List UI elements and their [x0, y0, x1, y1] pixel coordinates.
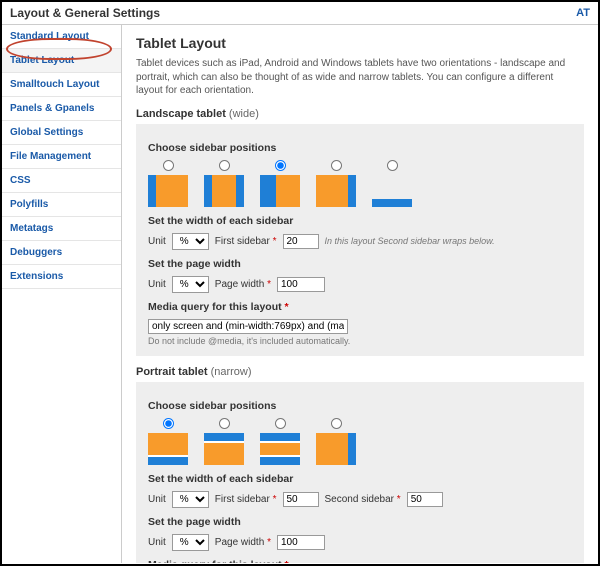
sidebar-item-metatags[interactable]: Metatags [2, 217, 121, 241]
landscape-width-row: Unit % First sidebar * In this layout Se… [148, 233, 572, 250]
landscape-panel: Choose sidebar positions Set the width o… [136, 124, 584, 356]
landscape-radio-4[interactable] [331, 160, 342, 171]
landscape-opt-5[interactable] [372, 160, 412, 207]
landscape-page-unit-label: Unit [148, 279, 166, 290]
landscape-wrap-note: In this layout Second sidebar wraps belo… [325, 236, 495, 246]
landscape-heading-text: Landscape tablet [136, 108, 226, 120]
landscape-page-unit-select[interactable]: % [172, 276, 209, 293]
layout-thumb-two-left [260, 175, 300, 207]
landscape-radio-1[interactable] [163, 160, 174, 171]
landscape-widths-label: Set the width of each sidebar [148, 215, 572, 227]
portrait-first-sidebar-input[interactable] [283, 492, 319, 507]
content-lead: Tablet devices such as iPad, Android and… [136, 57, 566, 98]
portrait-hint: (narrow) [211, 366, 252, 378]
portrait-page-row: Unit % Page width * [148, 534, 572, 551]
portrait-heading: Portrait tablet (narrow) [136, 366, 584, 378]
portrait-unit-label: Unit [148, 494, 166, 505]
layout-thumb-wrap-below [372, 175, 412, 207]
portrait-opt-1[interactable] [148, 418, 188, 465]
landscape-first-label: First sidebar * [215, 236, 277, 247]
sidebar-item-tablet-layout[interactable]: Tablet Layout [2, 49, 121, 73]
sidebar-item-smalltouch-layout[interactable]: Smalltouch Layout [2, 73, 121, 97]
page-title: Layout & General Settings [10, 6, 160, 20]
landscape-opt-4[interactable] [316, 160, 356, 207]
main-content: Tablet Layout Tablet devices such as iPa… [122, 25, 598, 563]
page-body: Standard Layout Tablet Layout Smalltouch… [2, 25, 598, 563]
portrait-opt-4[interactable] [316, 418, 356, 465]
sidebar-item-panels-gpanels[interactable]: Panels & Gpanels [2, 97, 121, 121]
landscape-opt-3[interactable] [260, 160, 300, 207]
content-title: Tablet Layout [136, 35, 584, 51]
brand-logo: AT [576, 7, 590, 19]
portrait-opt-3[interactable] [260, 418, 300, 465]
layout-thumb-sidebar-below [148, 433, 188, 465]
portrait-page-width-label: Page width * [215, 537, 271, 548]
portrait-page-label: Set the page width [148, 516, 572, 528]
landscape-position-options [148, 160, 572, 207]
sidebar-item-file-management[interactable]: File Management [2, 145, 121, 169]
landscape-page-width-label: Page width * [215, 279, 271, 290]
layout-thumb-sidebar-both [260, 433, 300, 465]
portrait-second-label: Second sidebar * [325, 494, 401, 505]
layout-thumb-sidebar-above [204, 433, 244, 465]
layout-thumb-sidebar-left [148, 175, 188, 207]
landscape-hint: (wide) [229, 108, 259, 120]
landscape-page-row: Unit % Page width * [148, 276, 572, 293]
portrait-opt-2[interactable] [204, 418, 244, 465]
sidebar-item-css[interactable]: CSS [2, 169, 121, 193]
portrait-panel: Choose sidebar positions Set the width o… [136, 382, 584, 564]
sidebar-item-global-settings[interactable]: Global Settings [2, 121, 121, 145]
portrait-position-options [148, 418, 572, 465]
layout-thumb-sidebar-left-right [204, 175, 244, 207]
sidebar-item-debuggers[interactable]: Debuggers [2, 241, 121, 265]
sidebar-item-polyfills[interactable]: Polyfills [2, 193, 121, 217]
portrait-width-row: Unit % First sidebar * Second sidebar * [148, 491, 572, 508]
settings-sidebar: Standard Layout Tablet Layout Smalltouch… [2, 25, 122, 563]
landscape-unit-label: Unit [148, 236, 166, 247]
settings-page: Layout & General Settings AT Standard La… [0, 0, 600, 566]
landscape-choose-label: Choose sidebar positions [148, 142, 572, 154]
portrait-choose-label: Choose sidebar positions [148, 400, 572, 412]
landscape-opt-2[interactable] [204, 160, 244, 207]
layout-thumb-sidebar-right [316, 175, 356, 207]
landscape-radio-2[interactable] [219, 160, 230, 171]
portrait-unit-select[interactable]: % [172, 491, 209, 508]
layout-thumb-sidebar-right-narrow [316, 433, 356, 465]
portrait-page-width-input[interactable] [277, 535, 325, 550]
landscape-media-query-input[interactable] [148, 319, 348, 334]
portrait-widths-label: Set the width of each sidebar [148, 473, 572, 485]
landscape-unit-select[interactable]: % [172, 233, 209, 250]
portrait-page-unit-label: Unit [148, 537, 166, 548]
sidebar-item-extensions[interactable]: Extensions [2, 265, 121, 289]
landscape-mq-note: Do not include @media, it's included aut… [148, 336, 572, 346]
landscape-mq-label: Media query for this layout * [148, 301, 572, 313]
portrait-radio-1[interactable] [163, 418, 174, 429]
portrait-page-unit-select[interactable]: % [172, 534, 209, 551]
landscape-opt-1[interactable] [148, 160, 188, 207]
page-header: Layout & General Settings AT [2, 2, 598, 25]
landscape-page-label: Set the page width [148, 258, 572, 270]
landscape-radio-5[interactable] [387, 160, 398, 171]
portrait-radio-4[interactable] [331, 418, 342, 429]
sidebar-item-standard-layout[interactable]: Standard Layout [2, 25, 121, 49]
portrait-radio-2[interactable] [219, 418, 230, 429]
landscape-page-width-input[interactable] [277, 277, 325, 292]
landscape-first-sidebar-input[interactable] [283, 234, 319, 249]
portrait-first-label: First sidebar * [215, 494, 277, 505]
portrait-heading-text: Portrait tablet [136, 366, 208, 378]
portrait-radio-3[interactable] [275, 418, 286, 429]
portrait-mq-label: Media query for this layout * [148, 559, 572, 564]
portrait-second-sidebar-input[interactable] [407, 492, 443, 507]
landscape-heading: Landscape tablet (wide) [136, 108, 584, 120]
landscape-radio-3[interactable] [275, 160, 286, 171]
